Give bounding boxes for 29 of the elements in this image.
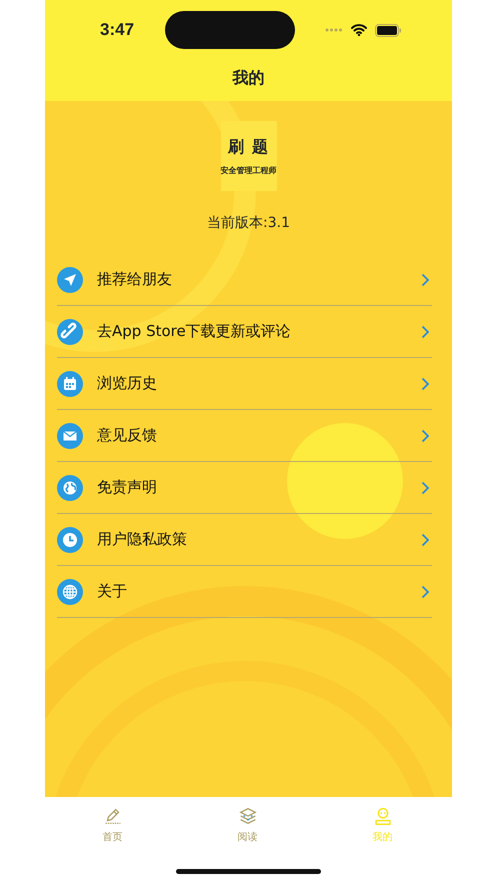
status-time: 3:47 <box>100 19 134 42</box>
web-icon <box>57 578 83 604</box>
signal-icon <box>325 28 343 32</box>
chevron-icon <box>421 376 430 390</box>
menu-item[interactable]: 推荐给朋友 <box>57 254 432 306</box>
send-icon <box>57 266 83 292</box>
chevron-icon <box>421 532 430 546</box>
version-text: 当前版本:3.1 <box>206 214 291 233</box>
chevron-icon <box>421 324 430 338</box>
chevron-icon <box>421 480 430 494</box>
menu-item[interactable]: 免责声明 <box>57 462 432 514</box>
link-icon <box>57 318 83 344</box>
menu-item[interactable]: 浏览历史 <box>57 358 432 410</box>
menu-item[interactable]: 意见反馈 <box>57 410 432 462</box>
layers-icon <box>236 805 258 827</box>
wifi-icon <box>351 24 367 36</box>
calendar-icon <box>57 370 83 396</box>
page-title: 我的 <box>231 67 266 89</box>
mail-icon <box>57 422 83 448</box>
chevron-icon <box>421 272 430 286</box>
menu-item[interactable]: 去App Store下载更新或评论 <box>57 306 432 358</box>
chevron-icon <box>421 428 430 442</box>
menu-item[interactable]: 用户隐私政策 <box>57 514 432 566</box>
clock-icon <box>57 526 83 552</box>
battery-icon <box>375 24 402 36</box>
chevron-icon <box>421 584 430 598</box>
globe-icon <box>57 474 83 500</box>
app-logo: 刷 题 安全管理工程师 <box>220 121 276 191</box>
menu-item[interactable]: 关于 <box>57 566 432 618</box>
